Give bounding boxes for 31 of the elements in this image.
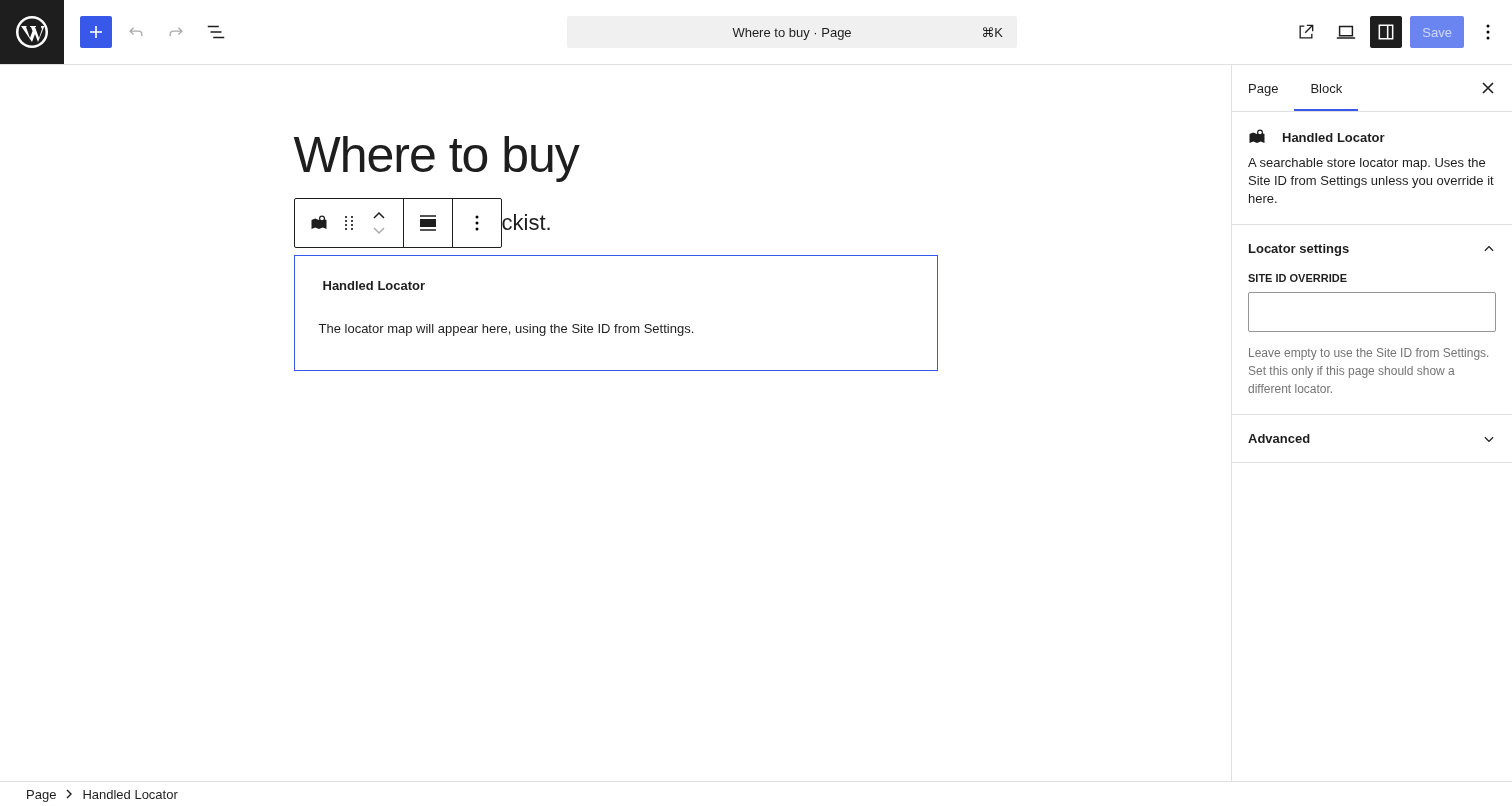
- map-pin-icon: [1248, 128, 1266, 146]
- locator-block[interactable]: Handled Locator The locator map will appear here, using the Site ID from Settings.: [293, 255, 938, 371]
- plus-icon: [88, 24, 104, 40]
- command-bar[interactable]: Where to buy · Page ⌘K: [567, 16, 1017, 48]
- settings-toggle-button[interactable]: [1370, 16, 1403, 48]
- add-block-button[interactable]: [80, 16, 112, 48]
- paragraph-text: ckist.: [501, 210, 552, 236]
- more-vertical-icon: [474, 215, 479, 231]
- sidebar-tab[interactable]: Block: [1294, 65, 1359, 111]
- block-heading: Handled Locator: [322, 278, 427, 293]
- align-icon: [419, 215, 436, 231]
- map-pin-icon: [309, 214, 328, 232]
- wordpress-logo[interactable]: [0, 0, 64, 64]
- field-help-text: Leave empty to use the Site ID from Settings. Set this only if this page should show a different locator.: [1248, 345, 1491, 398]
- keyboard-shortcut: ⌘K: [981, 24, 1003, 40]
- more-vertical-icon: [1486, 24, 1490, 40]
- panel-toggle[interactable]: Advanced: [1232, 415, 1512, 462]
- block-card-title: Handled Locator: [1282, 129, 1385, 145]
- block-message: The locator map will appear here, using the Site ID from Settings.: [318, 321, 696, 336]
- breadcrumb-link[interactable]: Handled Locator: [80, 786, 180, 802]
- move-up-down-icon: [371, 211, 386, 235]
- breadcrumb-link[interactable]: Page: [24, 786, 59, 802]
- block-description: A searchable store locator map. Uses the Site ID from Settings unless you override it here.: [1248, 154, 1495, 208]
- panel-toggle[interactable]: Locator settings: [1232, 225, 1512, 272]
- field-label: SITE ID OVERRIDE: [1248, 272, 1349, 284]
- sidebar-tab[interactable]: Page: [1232, 65, 1295, 111]
- page-title[interactable]: Where to buy: [293, 125, 938, 185]
- drag-icon: [344, 216, 353, 230]
- input-field[interactable]: [1248, 292, 1496, 332]
- close-icon: [1481, 81, 1495, 95]
- wordpress-icon: [14, 14, 50, 50]
